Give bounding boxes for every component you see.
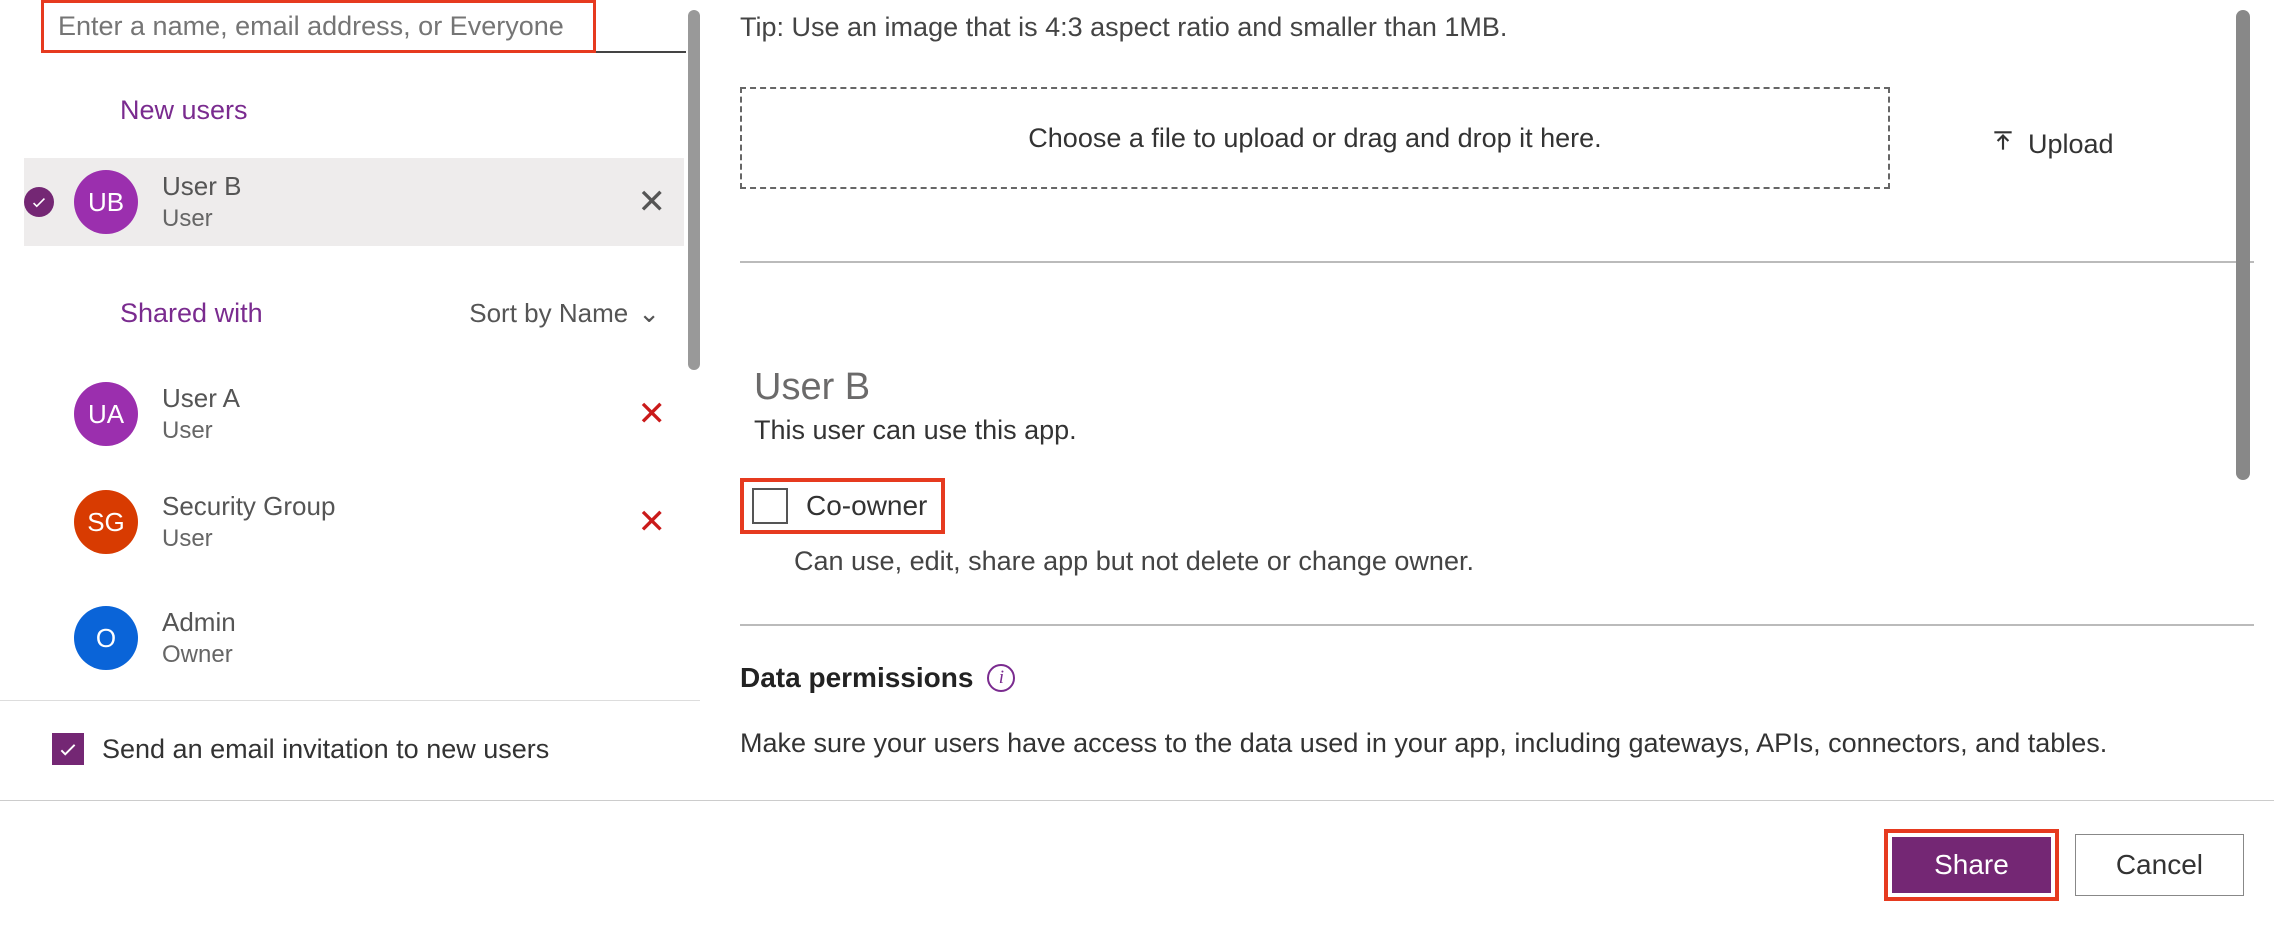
avatar: UB [74, 170, 138, 234]
upload-button[interactable]: Upload [1990, 128, 2114, 161]
share-button-highlight: Share [1884, 829, 2059, 901]
share-button[interactable]: Share [1892, 837, 2051, 893]
user-name: Admin [162, 607, 684, 638]
image-dropzone[interactable]: Choose a file to upload or drag and drop… [740, 87, 1890, 189]
shared-user-row[interactable]: O Admin Owner [24, 594, 684, 682]
share-search-input[interactable] [41, 0, 596, 53]
data-permissions-desc: Make sure your users have access to the … [740, 728, 2107, 759]
upload-label: Upload [2028, 129, 2114, 160]
send-email-checkbox[interactable] [52, 733, 84, 765]
user-role: User [162, 525, 620, 553]
user-name: User B [162, 171, 620, 202]
info-icon[interactable]: i [987, 664, 1015, 692]
user-name: User A [162, 383, 620, 414]
detail-user-name: User B [754, 366, 1077, 409]
divider [740, 261, 2254, 263]
send-email-label: Send an email invitation to new users [102, 734, 549, 765]
avatar: UA [74, 382, 138, 446]
avatar: SG [74, 490, 138, 554]
shared-user-row[interactable]: UA User A User ✕ [24, 370, 684, 458]
user-role: Owner [162, 641, 684, 669]
upload-icon [1990, 128, 2016, 161]
new-user-row[interactable]: UB User B User ✕ [24, 158, 684, 246]
coowner-highlight: Co-owner [740, 478, 945, 534]
coowner-checkbox[interactable] [752, 488, 788, 524]
user-name: Security Group [162, 491, 620, 522]
remove-user-button[interactable]: ✕ [620, 502, 685, 542]
chevron-down-icon: ⌄ [638, 298, 660, 329]
dropzone-text: Choose a file to upload or drag and drop… [1028, 123, 1601, 154]
remove-user-button[interactable]: ✕ [620, 394, 685, 434]
scrollbar[interactable] [688, 10, 700, 370]
detail-user-desc: This user can use this app. [754, 415, 1077, 446]
image-tip-text: Tip: Use an image that is 4:3 aspect rat… [740, 12, 2254, 43]
user-role: User [162, 417, 620, 445]
new-users-heading: New users [120, 95, 248, 126]
data-permissions-heading: Data permissions [740, 662, 973, 694]
selected-check-icon [24, 187, 54, 217]
divider [740, 624, 2254, 626]
remove-user-button[interactable]: ✕ [620, 182, 685, 222]
sort-dropdown[interactable]: Sort by Name ⌄ [469, 298, 660, 329]
coowner-description: Can use, edit, share app but not delete … [794, 546, 1474, 577]
sort-label: Sort by Name [469, 298, 628, 329]
user-role: User [162, 205, 620, 233]
cancel-button[interactable]: Cancel [2075, 834, 2244, 896]
shared-user-row[interactable]: SG Security Group User ✕ [24, 478, 684, 566]
avatar: O [74, 606, 138, 670]
shared-with-heading: Shared with [120, 298, 263, 329]
coowner-label: Co-owner [806, 490, 927, 522]
scrollbar[interactable] [2236, 10, 2250, 480]
